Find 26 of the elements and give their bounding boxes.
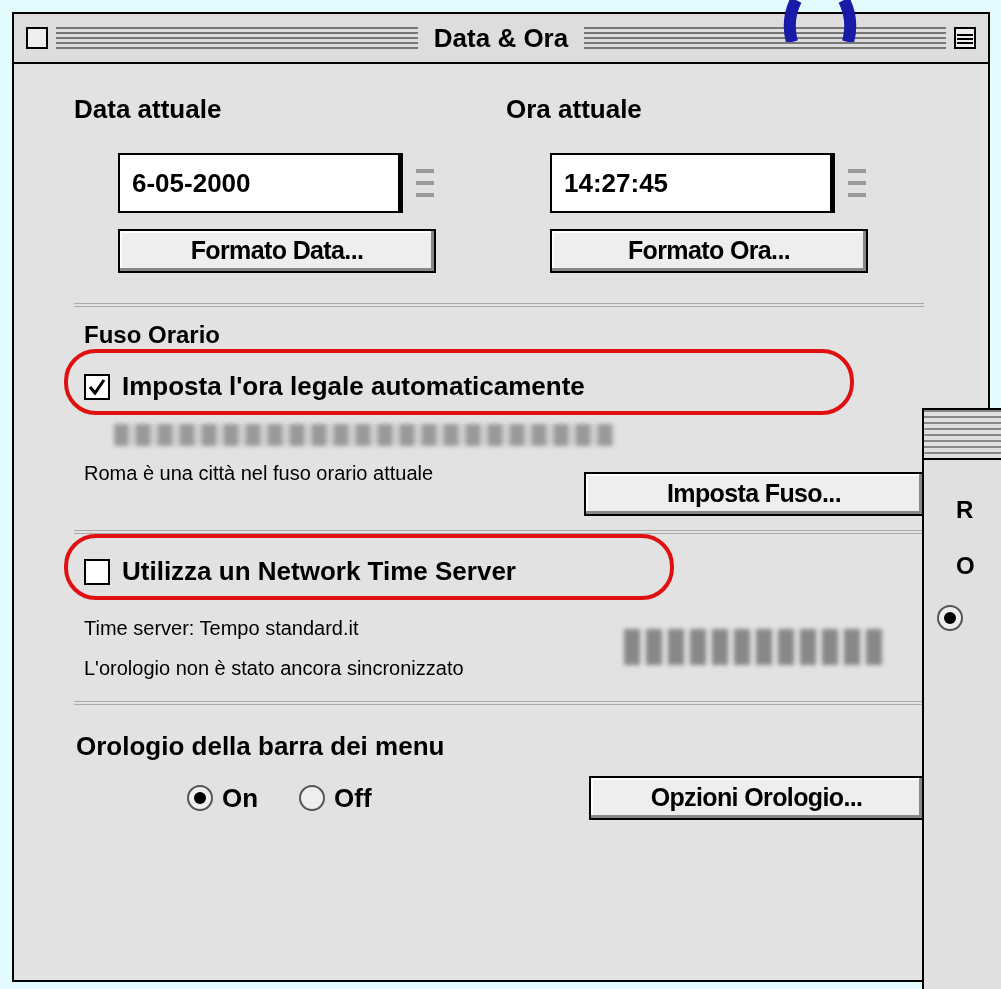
section-label: Orologio della barra dei menu	[76, 730, 446, 763]
close-box-icon[interactable]	[26, 27, 48, 49]
checkbox-label[interactable]: Utilizza un Network Time Server	[122, 552, 516, 591]
push-button[interactable]: Imposta Fuso...	[584, 472, 924, 516]
radio-label[interactable]: On	[222, 778, 259, 818]
text-field[interactable]: 6-05-2000	[118, 153, 403, 213]
info-text: Roma è una città nel fuso orario attuale	[84, 461, 435, 486]
checkbox-label[interactable]: Imposta l'ora legale automaticamente	[122, 367, 585, 406]
group-label: Data attuale	[74, 93, 223, 126]
label-text: O	[956, 551, 976, 581]
radio-button[interactable]	[936, 604, 964, 632]
label-text: R	[956, 495, 975, 525]
group-label: Ora attuale	[506, 93, 643, 126]
radio-button[interactable]	[186, 784, 214, 812]
status-text: L'orologio non è stato ancora sincronizzato	[84, 656, 465, 681]
text-field[interactable]: 14:27:45	[550, 153, 835, 213]
push-button[interactable]: Opzioni Orologio...	[589, 776, 924, 820]
collapse-box-icon[interactable]	[954, 27, 976, 49]
server-text: Time server: Tempo standard.it	[84, 616, 360, 641]
section-label: Fuso Orario	[84, 320, 222, 350]
radio-button[interactable]	[298, 784, 327, 812]
push-button[interactable]: Formato Data...	[118, 229, 436, 273]
checkbox[interactable]	[84, 558, 110, 585]
checkbox[interactable]	[84, 373, 110, 400]
radio-label[interactable]: Off	[334, 778, 372, 818]
push-button[interactable]: Formato Ora...	[550, 229, 868, 273]
